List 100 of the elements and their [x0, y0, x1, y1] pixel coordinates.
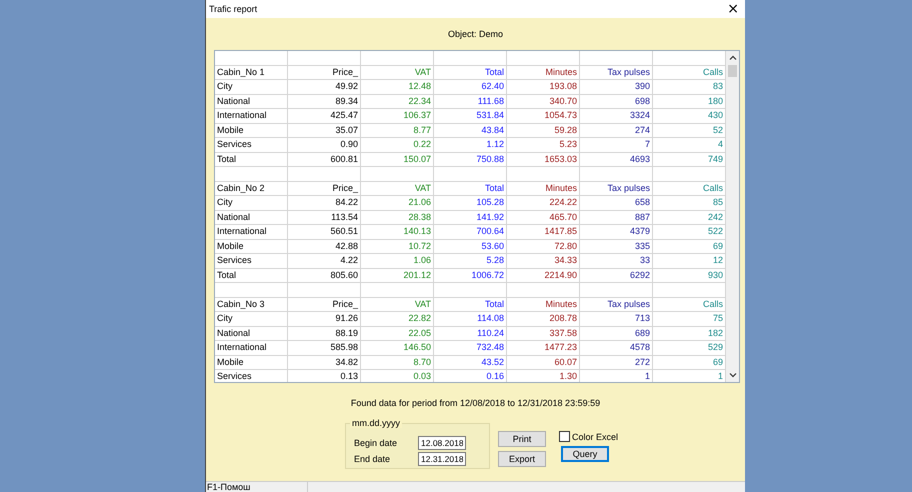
table-cell: 34.33	[507, 254, 580, 268]
table-cell: Price_	[288, 298, 361, 311]
table-cell: 106.37	[361, 109, 434, 122]
table-cell: 1006.72	[434, 268, 507, 282]
table-cell: 28.38	[361, 210, 434, 224]
table-cell: 340.70	[507, 94, 580, 108]
table-cell: Mobile	[215, 240, 288, 253]
table-cell: 1	[580, 370, 653, 382]
table-cell: VAT	[361, 66, 434, 79]
table-cell: 600.81	[288, 152, 361, 166]
table-cell: 1653.03	[507, 152, 580, 166]
table-cell: Price_	[288, 66, 361, 79]
table-cell: 34.82	[288, 356, 361, 369]
table-cell: International	[215, 341, 288, 354]
table-cell: 110.24	[434, 326, 507, 340]
table-cell: City	[215, 196, 288, 210]
table-cell: Services	[215, 370, 288, 382]
table-cell: City	[215, 80, 288, 94]
table-cell: 0.16	[434, 370, 507, 382]
table-cell: Cabin_No 1	[215, 66, 288, 79]
table-cell: 72.80	[507, 240, 580, 253]
table-cell: 700.64	[434, 225, 507, 238]
scrollbar[interactable]	[726, 51, 739, 382]
table-cell: 3324	[580, 109, 653, 122]
table-cell: 1477.23	[507, 341, 580, 354]
table-cell: Total	[215, 152, 288, 166]
table-cell: 560.51	[288, 225, 361, 238]
table-cell: 60.07	[507, 356, 580, 369]
scroll-down-icon[interactable]	[728, 370, 738, 380]
table-cell: 8.70	[361, 356, 434, 369]
table-cell: 390	[580, 80, 653, 94]
table-cell: 114.08	[434, 312, 507, 326]
query-button[interactable]: Query	[561, 446, 609, 462]
table-cell: 274	[580, 124, 653, 137]
export-button[interactable]: Export	[498, 451, 546, 467]
table-cell: International	[215, 225, 288, 238]
object-label: Object: Demo	[448, 29, 504, 39]
table-cell: National	[215, 210, 288, 224]
table-cell: 713	[580, 312, 653, 326]
table-cell: 1.30	[507, 370, 580, 382]
end-date-field[interactable]: 12.31.2018	[418, 452, 466, 466]
table-cell: 425.47	[288, 109, 361, 122]
table-cell: 89.34	[288, 94, 361, 108]
scroll-thumb[interactable]	[728, 65, 737, 77]
table-cell: 585.98	[288, 341, 361, 354]
table-cell: 12.48	[361, 80, 434, 94]
checkbox-label: Color Excel	[572, 432, 618, 442]
table-cell: 105.28	[434, 196, 507, 210]
table-cell: 224.22	[507, 196, 580, 210]
checkbox[interactable]	[559, 431, 570, 442]
table-cell: 140.13	[361, 225, 434, 238]
table-cell: Tax pulses	[580, 182, 653, 195]
table-cell: 22.82	[361, 312, 434, 326]
table-cell: 113.54	[288, 210, 361, 224]
table-cell: 689	[580, 326, 653, 340]
table-cell: Total	[434, 66, 507, 79]
table-cell: 4.22	[288, 254, 361, 268]
table-cell: 531.84	[434, 109, 507, 122]
table-cell: 337.58	[507, 326, 580, 340]
table-cell: 62.40	[434, 80, 507, 94]
window-title: Trafic report	[209, 4, 258, 14]
table-cell: 22.05	[361, 326, 434, 340]
table-cell: 335	[580, 240, 653, 253]
table-cell: Price_	[288, 182, 361, 195]
begin-date-field[interactable]: 12.08.2018	[418, 436, 466, 450]
table-cell: 0.03	[361, 370, 434, 382]
table-cell: VAT	[361, 182, 434, 195]
table-cell: 0.13	[288, 370, 361, 382]
table-cell: 33	[580, 254, 653, 268]
begin-date-label: Begin date	[354, 438, 398, 448]
table-cell: 208.78	[507, 312, 580, 326]
table-cell: 43.84	[434, 124, 507, 137]
table-cell: Services	[215, 254, 288, 268]
table-cell: 1.06	[361, 254, 434, 268]
table-cell: 91.26	[288, 312, 361, 326]
print-button[interactable]: Print	[498, 431, 546, 447]
table-cell: Minutes	[507, 66, 580, 79]
table-cell: 10.72	[361, 240, 434, 253]
table-cell: National	[215, 326, 288, 340]
table-cell: 4578	[580, 341, 653, 354]
table-cell: Mobile	[215, 124, 288, 137]
table-cell: 1054.73	[507, 109, 580, 122]
table-cell: 22.34	[361, 94, 434, 108]
table-cell: 750.88	[434, 152, 507, 166]
close-button[interactable]: ×	[721, 1, 745, 17]
table-cell: Minutes	[507, 298, 580, 311]
table-cell: 59.28	[507, 124, 580, 137]
table-cell: 7	[580, 138, 653, 152]
period-text: Found data for period from 12/08/2018 to 12/31/2018 23:59:59	[350, 398, 600, 408]
group-legend: mm.dd.yyyy	[350, 418, 402, 428]
table-cell: Services	[215, 138, 288, 152]
table-cell: Tax pulses	[580, 66, 653, 79]
table-cell: Total	[434, 182, 507, 195]
table-cell: 5.23	[507, 138, 580, 152]
table-cell: Total	[434, 298, 507, 311]
table-cell: VAT	[361, 298, 434, 311]
table-cell: 658	[580, 196, 653, 210]
table-cell: 1.12	[434, 138, 507, 152]
table-cell: 150.07	[361, 152, 434, 166]
table-cell: Minutes	[507, 182, 580, 195]
